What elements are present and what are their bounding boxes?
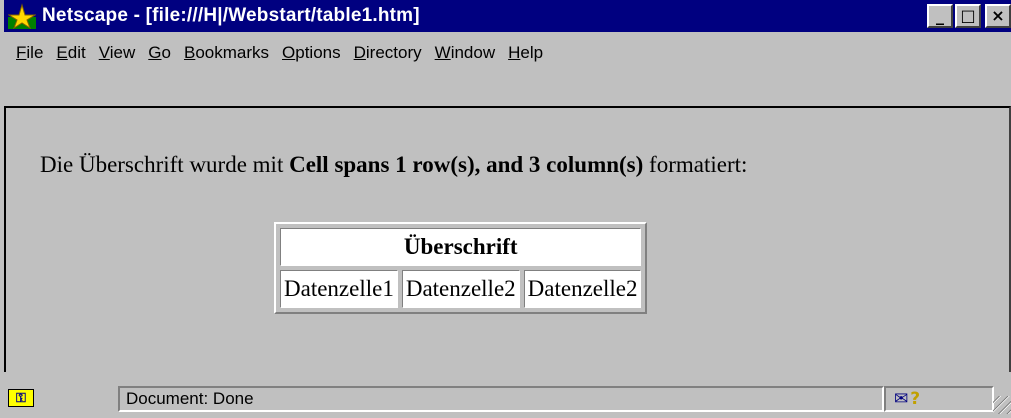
status-tray: ✉ ? [894,388,948,410]
menu-mnemonic: E [56,43,68,62]
demo-table: Überschrift Datenzelle1 Datenzelle2 Date… [274,222,648,314]
table-cell: Datenzelle2 [523,270,642,308]
table-row: Überschrift [280,228,642,266]
close-button[interactable]: × [985,4,1011,28]
status-bar: ⚿ Document: Done ✉ ? [4,384,1011,414]
menu-label: ptions [295,43,341,62]
menu-directory[interactable]: Directory [354,43,422,63]
intro-sentence: Die Überschrift wurde mit Cell spans 1 r… [40,152,747,178]
menu-help[interactable]: Help [508,43,543,63]
menu-label: dit [67,43,86,62]
page-content[interactable]: Die Überschrift wurde mit Cell spans 1 r… [4,106,1011,372]
status-text: Document: Done [118,386,884,412]
menu-label: irectory [365,43,422,62]
menu-window[interactable]: Window [435,43,495,63]
menu-mnemonic: G [148,43,162,62]
minimize-button[interactable]: _ [927,4,953,28]
key-lock-icon: ⚿ [8,389,34,407]
menu-mnemonic: O [282,43,296,62]
menu-mnemonic: D [353,43,366,62]
window-title: Netscape - [file:///H|/Webstart/table1.h… [42,5,420,26]
menu-mnemonic: W [434,43,451,62]
menu-bookmarks[interactable]: Bookmarks [184,43,269,63]
menu-edit[interactable]: Edit [56,43,85,63]
browser-window: Netscape - [file:///H|/Webstart/table1.h… [0,0,1011,418]
sentence-text: Die Überschrift wurde mit [40,152,290,177]
menu-mnemonic: H [508,43,521,62]
menu-label: ookmarks [195,43,270,62]
menu-bar: File Edit View Go Bookmarks Options Dire… [4,36,543,70]
title-bar[interactable]: Netscape - [file:///H|/Webstart/table1.h… [4,0,1011,32]
menu-go[interactable]: Go [148,43,171,63]
menu-mnemonic: B [183,43,196,62]
maximize-button[interactable]: □ [955,4,981,28]
table-cell: Datenzelle2 [401,270,520,308]
sentence-emphasis: Cell spans 1 row(s), and 3 column(s) [289,152,644,177]
menu-view[interactable]: View [99,43,136,63]
menu-label: ile [26,43,44,62]
resize-grip[interactable] [993,396,1011,414]
security-indicator[interactable]: ⚿ [8,386,66,410]
menu-mnemonic: F [16,43,27,62]
menu-label: iew [109,43,136,62]
menu-options[interactable]: Options [282,43,341,63]
sentence-text: formatiert: [643,152,748,177]
table-cell: Datenzelle1 [280,270,398,308]
menu-label: indow [450,43,496,62]
question-icon[interactable]: ? [910,389,920,409]
menu-mnemonic: V [98,43,110,62]
table-header-cell: Überschrift [280,228,642,266]
window-controls: _ □ × [927,4,1011,28]
netscape-logo-icon [7,3,37,30]
menu-label: o [161,43,171,62]
table-row: Datenzelle1 Datenzelle2 Datenzelle2 [280,270,642,308]
menu-label: elp [520,43,544,62]
menu-file[interactable]: File [16,43,43,63]
envelope-icon[interactable]: ✉ [894,389,908,409]
status-message: Document: Done [126,389,254,408]
